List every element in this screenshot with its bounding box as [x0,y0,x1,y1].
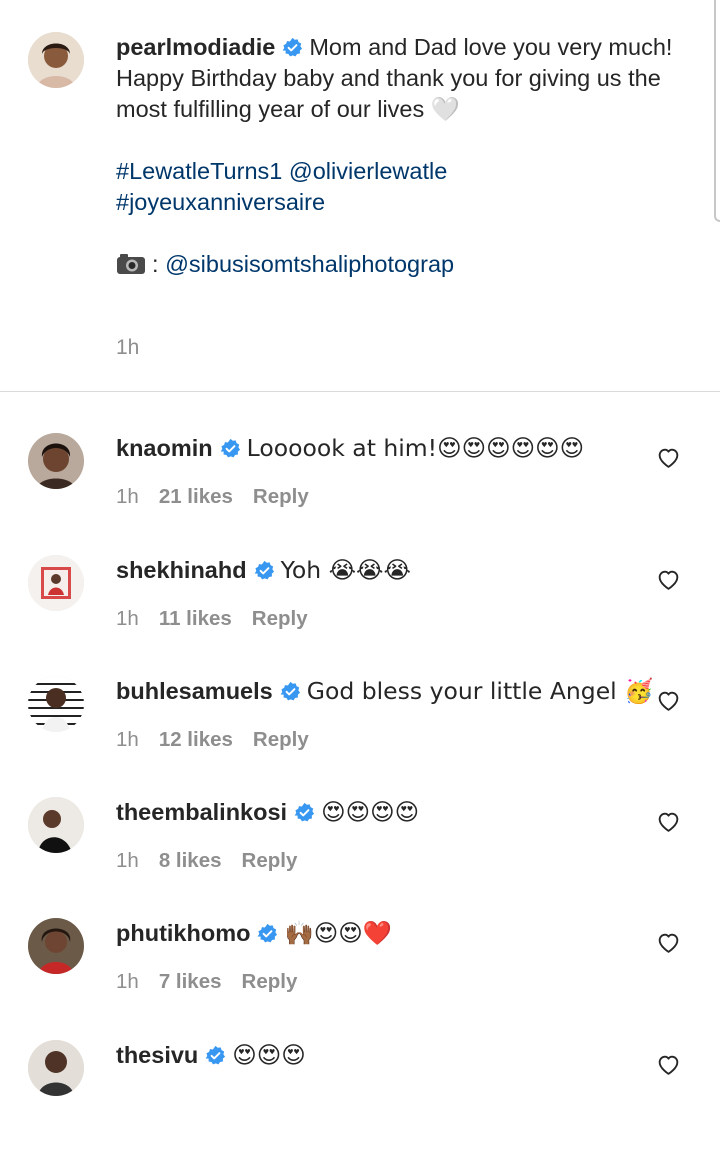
comment-item: buhlesamuels God bless your little Angel … [0,676,720,797]
like-heart-icon[interactable] [656,930,681,955]
comment-meta: 1h 11 likes Reply [116,607,328,631]
comment-body: knaomin Loooook at him!😍😍😍😍😍😍 [116,433,636,463]
username[interactable]: knaomin [116,435,213,461]
verified-badge-icon [294,802,315,823]
photo-credit-prefix: : [152,251,159,277]
post-caption: pearlmodiadie Mom and Dad love you very m… [0,0,720,392]
comment-meta: 1h 12 likes Reply [116,728,329,752]
username[interactable]: theembalinkosi [116,799,287,825]
comment-time: 1h [116,607,139,630]
caption-line-2: Happy Birthday baby and thank you for gi… [116,65,661,122]
reply-button[interactable]: Reply [253,728,309,751]
verified-badge-icon [257,923,278,944]
reply-button[interactable]: Reply [253,485,309,508]
mention-link[interactable]: @sibusisomtshaliphotograp [165,251,454,277]
caption-text: pearlmodiadie Mom and Dad love you very m… [116,32,676,280]
hashtag-link[interactable]: #joyeuxanniversaire [116,189,325,215]
comment-time: 1h [116,485,139,508]
avatar[interactable] [28,1040,84,1096]
white-heart-emoji: 🤍 [430,95,461,123]
reply-button[interactable]: Reply [252,607,308,630]
comment-text: Yoh 😭😭😭 [280,556,411,584]
comment-text: Loooook at him!😍😍😍😍😍😍 [246,434,585,462]
comment-body: buhlesamuels God bless your little Angel … [116,676,653,706]
comment-time: 1h [116,849,139,872]
likes-count[interactable]: 11 likes [159,607,232,630]
comment-body: theembalinkosi 😍😍😍😍 [116,797,636,827]
comment-meta: 1h 7 likes Reply [116,970,317,994]
like-heart-icon[interactable] [656,567,681,592]
scrollbar[interactable] [714,0,720,222]
mention-link[interactable]: @olivierlewatle [289,158,447,184]
username[interactable]: phutikhomo [116,920,250,946]
username[interactable]: pearlmodiadie [116,34,275,60]
avatar[interactable] [28,797,84,853]
username[interactable]: thesivu [116,1042,198,1068]
verified-badge-icon [220,438,241,459]
comment-item: theembalinkosi 😍😍😍😍 1h 8 likes Reply [0,797,720,918]
comment-text: 🙌🏾😍😍❤️ [284,919,392,947]
comment-body: phutikhomo 🙌🏾😍😍❤️ [116,918,636,948]
like-heart-icon[interactable] [656,1052,681,1077]
comment-time: 1h [116,728,139,751]
comment-meta: 1h 8 likes Reply [116,849,317,873]
verified-badge-icon [254,560,275,581]
comment-body: thesivu 😍😍😍 [116,1040,636,1070]
avatar[interactable] [28,433,84,489]
comment-text: 😍😍😍 [232,1041,306,1069]
avatar[interactable] [28,32,84,88]
hashtag-link[interactable]: #LewatleTurns1 [116,158,282,184]
likes-count[interactable]: 21 likes [159,485,233,508]
caption-line-1: Mom and Dad love you very much! [309,34,673,60]
like-heart-icon[interactable] [656,809,681,834]
likes-count[interactable]: 7 likes [159,970,222,993]
likes-count[interactable]: 8 likes [159,849,222,872]
username[interactable]: shekhinahd [116,557,247,583]
username[interactable]: buhlesamuels [116,678,273,704]
avatar[interactable] [28,555,84,611]
comment-text: God bless your little Angel 🥳 [306,677,654,705]
reply-button[interactable]: Reply [242,970,298,993]
avatar[interactable] [28,918,84,974]
likes-count[interactable]: 12 likes [159,728,233,751]
comment-text: 😍😍😍😍 [321,798,420,826]
verified-badge-icon [280,681,301,702]
like-heart-icon[interactable] [656,688,681,713]
like-heart-icon[interactable] [656,445,681,470]
reply-button[interactable]: Reply [242,849,298,872]
comment-body: shekhinahd Yoh 😭😭😭 [116,555,636,585]
verified-badge-icon [282,37,303,58]
comment-meta: 1h 21 likes Reply [116,485,329,509]
avatar[interactable] [28,676,84,732]
comment-time: 1h [116,970,139,993]
comment-item: phutikhomo 🙌🏾😍😍❤️ 1h 7 likes Reply [0,918,720,1039]
verified-badge-icon [205,1045,226,1066]
comment-item: thesivu 😍😍😍 [0,1040,720,1161]
comment-item: shekhinahd Yoh 😭😭😭 1h 11 likes Reply [0,555,720,676]
camera-icon [116,252,146,274]
timestamp: 1h [116,336,140,359]
comment-item: knaomin Loooook at him!😍😍😍😍😍😍 1h 21 likes R… [0,433,720,554]
